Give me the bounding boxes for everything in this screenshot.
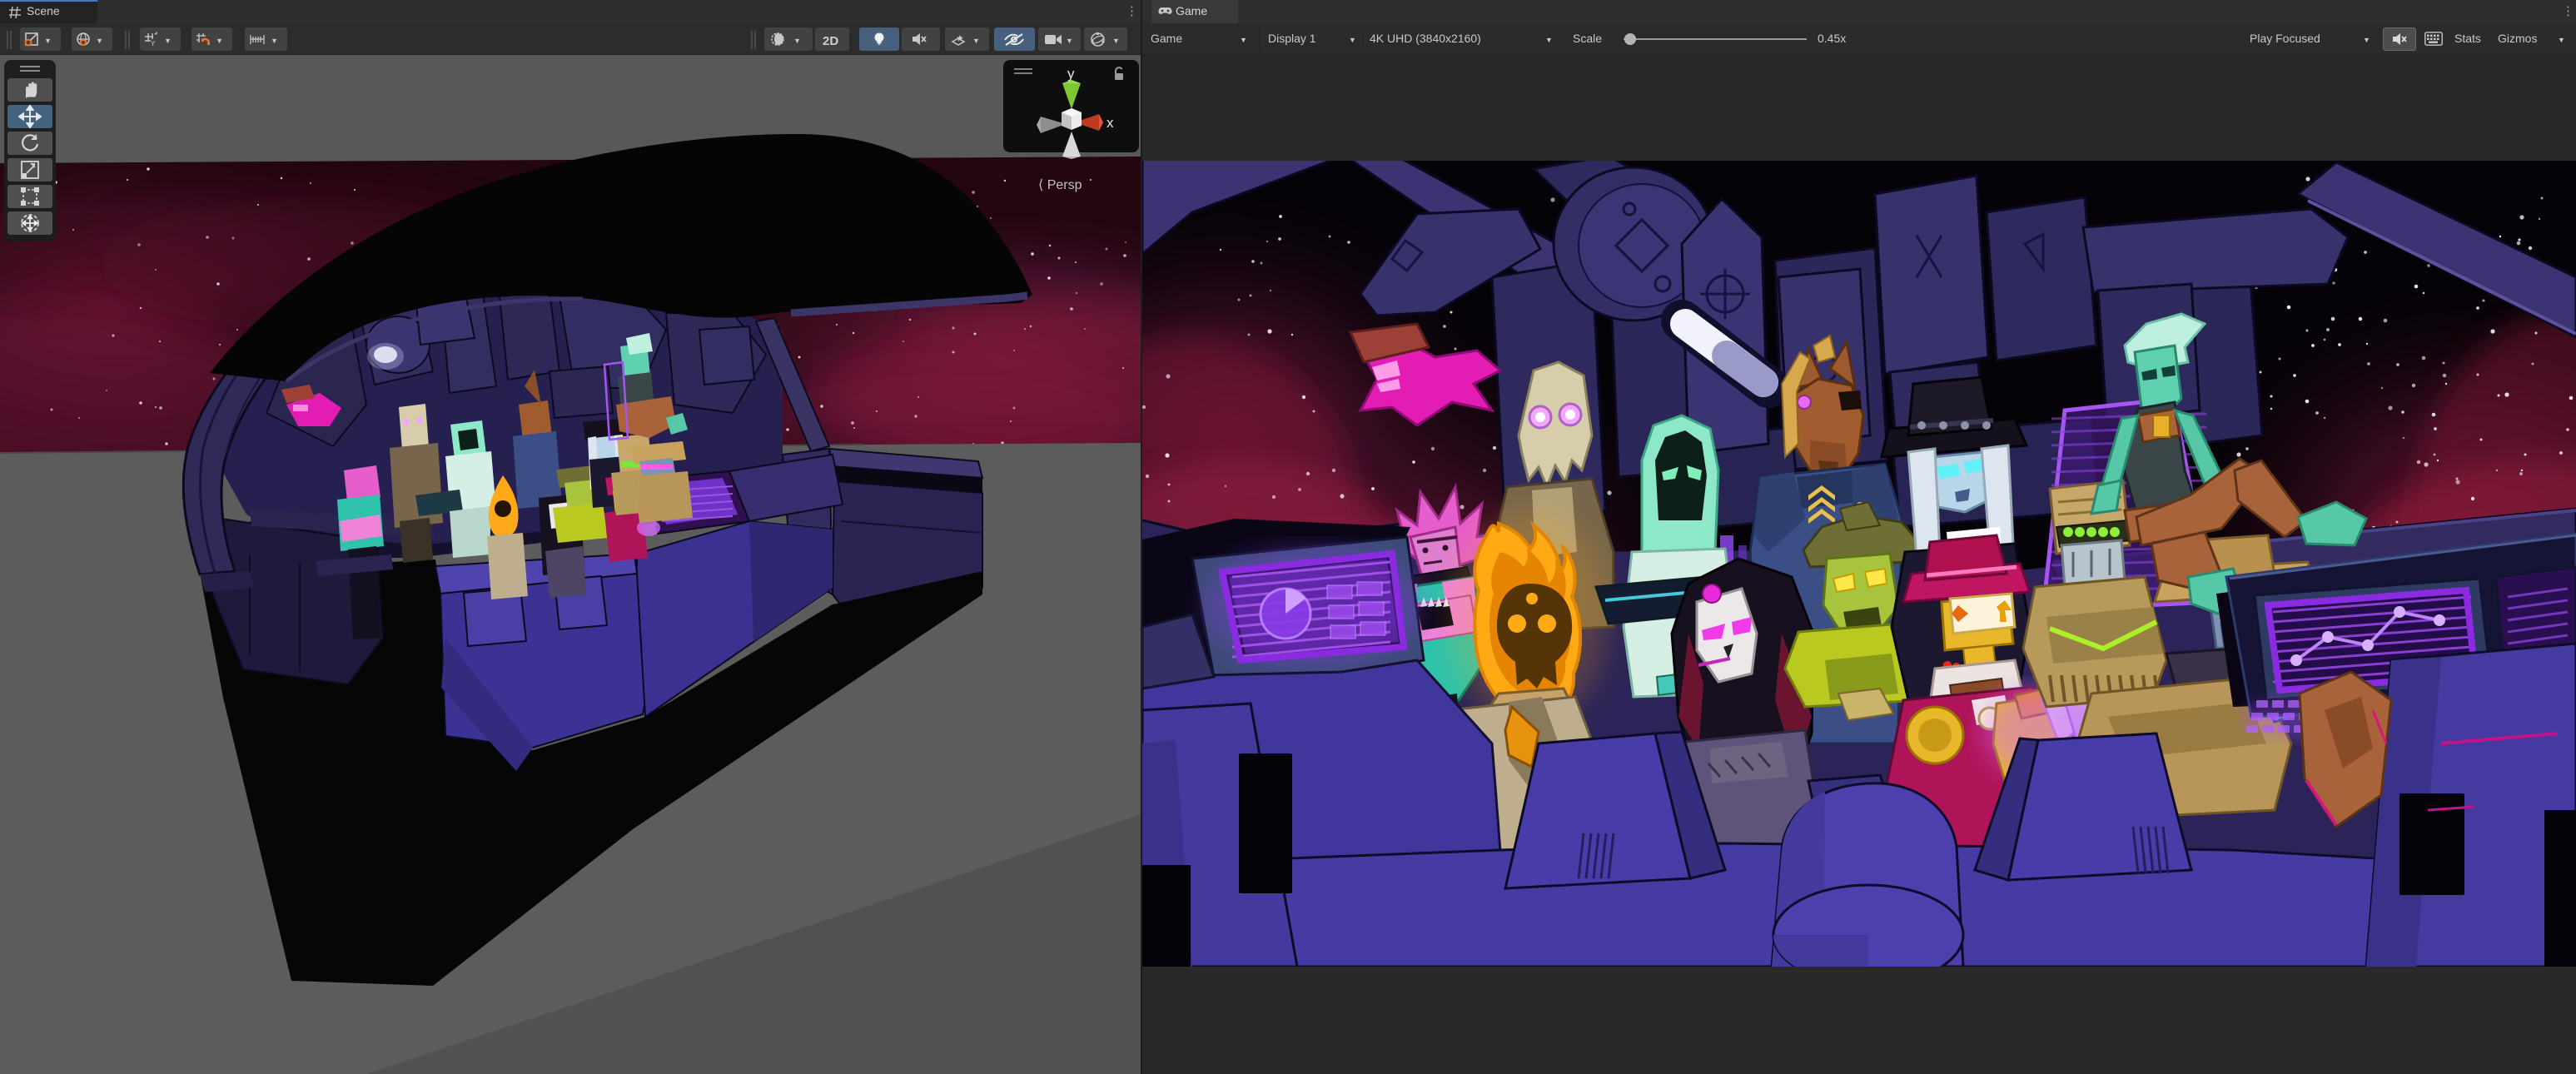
svg-text:Y: Y [151,40,156,47]
svg-text:y: y [1067,66,1075,82]
svg-text:x: x [1106,115,1114,131]
